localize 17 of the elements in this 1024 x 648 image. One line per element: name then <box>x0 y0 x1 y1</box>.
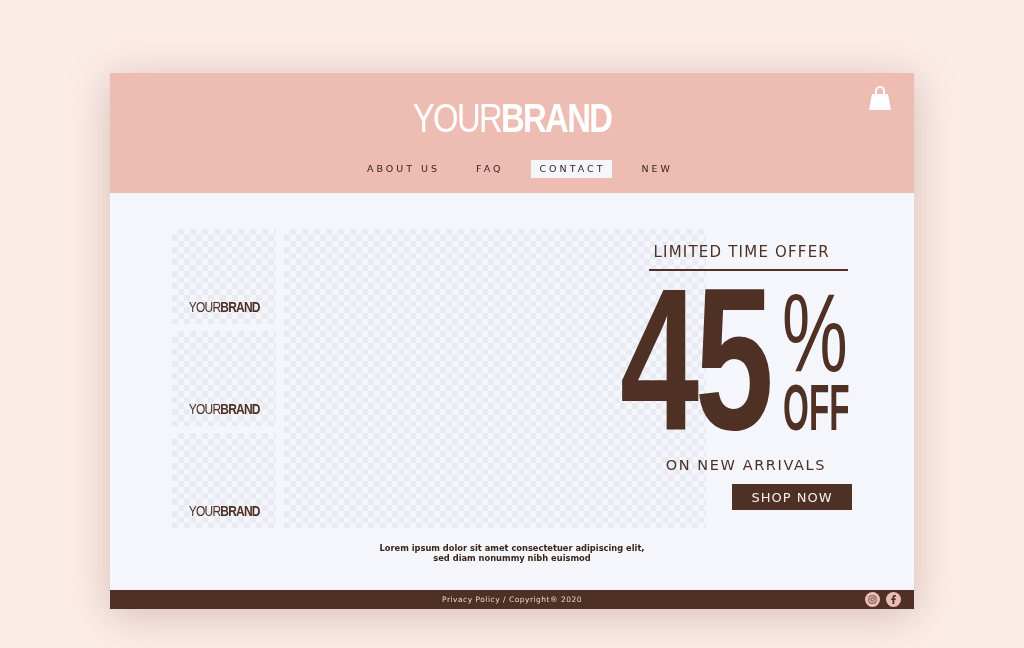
facebook-icon[interactable] <box>886 592 901 607</box>
brand-logo: YOURBRAND <box>412 95 612 141</box>
shop-now-button[interactable]: SHOP NOW <box>732 484 852 510</box>
instagram-icon[interactable] <box>865 592 880 607</box>
brand-logo: YOURBRAND <box>188 298 260 315</box>
brand-logo: YOURBRAND <box>188 400 260 417</box>
nav-link[interactable]: FAQ <box>468 160 510 178</box>
discount-amount: 45 <box>620 279 770 439</box>
nav-link[interactable]: CONTACT <box>531 160 612 178</box>
off-label: OFF <box>783 383 850 433</box>
nav-link[interactable]: ABOUT US <box>358 160 447 178</box>
caption-text: Lorem ipsum dolor sit amet consectetuer adipiscing elit, sed diam nonummy nibh euismod <box>378 543 646 563</box>
offer-subtitle: ON NEW ARRIVALS <box>665 457 826 473</box>
percent-sign: % <box>782 283 848 383</box>
offer-eyebrow: LIMITED TIME OFFER <box>653 243 830 261</box>
brand-logo: YOURBRAND <box>188 502 260 519</box>
nav-link[interactable]: NEW <box>633 160 680 178</box>
